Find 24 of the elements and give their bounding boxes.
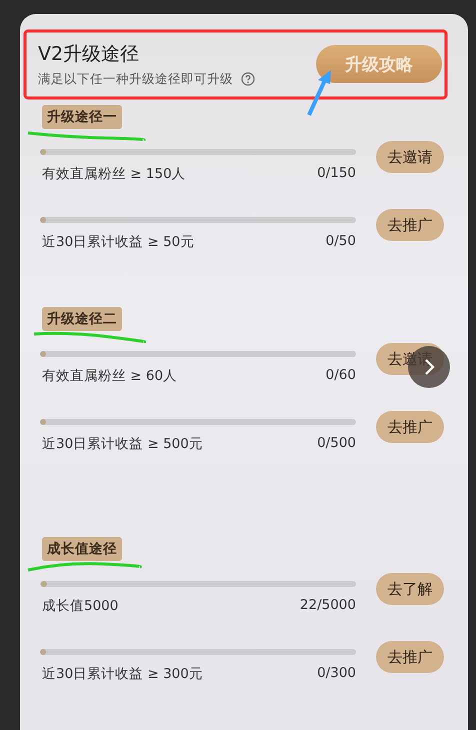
pointer-arrow [307, 70, 331, 116]
requirement-label: 近30日累计收益 ≥ 300元 [42, 665, 203, 683]
progress-reading: 0/60 [326, 367, 356, 385]
subtitle: 满足以下任一种升级途径即可升级 [38, 70, 233, 88]
progress-reading: 0/500 [317, 435, 356, 453]
requirement-label: 近30日累计收益 ≥ 50元 [42, 233, 194, 251]
requirement-label: 成长值5000 [42, 597, 118, 615]
progress-reading: 22/5000 [300, 597, 356, 615]
progress-reading: 0/300 [317, 665, 356, 683]
page-title: V2升级途径 [38, 42, 140, 66]
action-button[interactable]: 去推广 [376, 641, 444, 673]
section-tag: 升级途径二 [42, 307, 122, 331]
requirement-label: 近30日累计收益 ≥ 500元 [42, 435, 203, 453]
progress-reading: 0/150 [317, 165, 356, 183]
action-button[interactable]: 去推广 [376, 411, 444, 443]
requirement-label: 有效直属粉丝 ≥ 150人 [42, 165, 186, 183]
progress-reading: 0/50 [326, 233, 356, 251]
action-button[interactable]: 去了解 [376, 573, 444, 605]
section-tag: 升级途径一 [42, 105, 122, 129]
action-button[interactable]: 去邀请 [376, 141, 444, 173]
section-tag: 成长值途径 [42, 537, 122, 561]
requirement-label: 有效直属粉丝 ≥ 60人 [42, 367, 178, 385]
help-icon[interactable] [241, 72, 255, 86]
action-button[interactable]: 去推广 [376, 209, 444, 241]
